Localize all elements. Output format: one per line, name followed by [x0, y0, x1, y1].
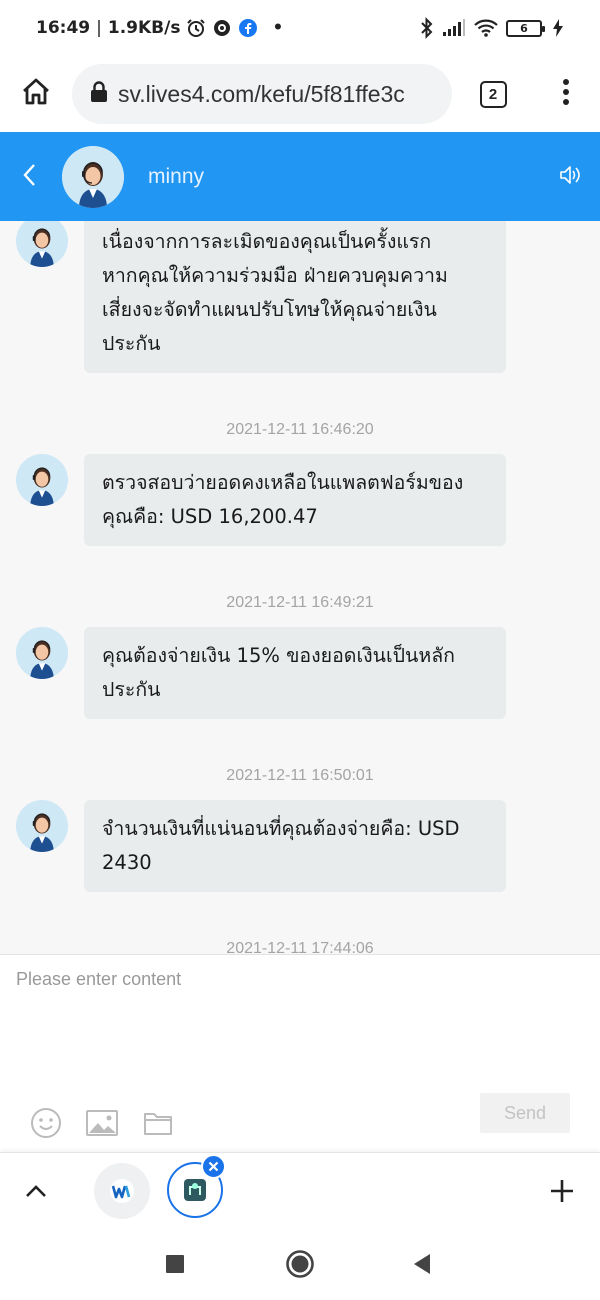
composer-tools — [28, 1105, 176, 1141]
url-text: sv.lives4.com/kefu/5f81ffe3c — [118, 80, 405, 107]
new-tab-button[interactable] — [544, 1173, 580, 1209]
network-speed: 1.9KB/s — [107, 18, 181, 38]
chat-header: minny — [0, 132, 600, 221]
tab-count: 2 — [479, 80, 507, 108]
close-icon — [208, 1161, 219, 1172]
tab-switcher-button[interactable]: 2 — [452, 56, 534, 132]
back-button[interactable] — [0, 132, 58, 221]
sound-toggle-button[interactable] — [540, 132, 600, 221]
message-text: จำนวนเงินที่แน่นอนที่คุณต้องจ่ายคือ: USD… — [102, 817, 460, 874]
charging-icon — [552, 18, 564, 38]
message-bubble: จำนวนเงินที่แน่นอนที่คุณต้องจ่ายคือ: USD… — [84, 800, 506, 892]
agent-avatar — [16, 221, 68, 267]
chevron-left-icon — [22, 163, 36, 191]
agent-avatar-icon — [16, 800, 68, 852]
agent-avatar-icon — [16, 454, 68, 506]
status-separator: | — [96, 18, 102, 38]
agent-avatar — [16, 627, 68, 679]
agent-avatar-icon — [16, 221, 68, 267]
system-nav-bar — [0, 1228, 600, 1300]
message-bubble: ตรวจสอบว่ายอดคงเหลือในแพลตฟอร์มของ คุณคื… — [84, 454, 506, 546]
home-button[interactable] — [0, 56, 72, 132]
image-upload-button[interactable] — [84, 1105, 120, 1141]
speaker-icon — [559, 164, 581, 190]
plus-icon — [551, 1180, 573, 1202]
alarm-icon — [186, 18, 206, 38]
expand-tabs-button[interactable] — [18, 1173, 54, 1209]
agent-avatar-icon — [62, 145, 124, 208]
url-bar[interactable]: sv.lives4.com/kefu/5f81ffe3c — [72, 64, 452, 124]
bottom-tab-strip — [0, 1152, 600, 1228]
agent-avatar — [16, 800, 68, 852]
message-input[interactable] — [16, 969, 576, 1089]
agent-avatar — [62, 145, 124, 208]
wifi-icon — [474, 19, 498, 37]
bluetooth-icon — [420, 17, 434, 39]
send-button[interactable]: Send — [480, 1093, 570, 1133]
close-tab-button[interactable] — [201, 1154, 226, 1179]
message-list[interactable]: เนื่องจากการละเมิดของคุณเป็นครั้งแรก หาก… — [0, 221, 600, 954]
agent-avatar-icon — [16, 627, 68, 679]
vpn-icon — [212, 18, 232, 38]
message-composer: Send — [0, 954, 600, 1152]
message-text: ตรวจสอบว่ายอดคงเหลือในแพลตฟอร์มของ คุณคื… — [102, 471, 464, 528]
site-favicon-icon — [184, 1179, 206, 1201]
home-icon — [21, 78, 51, 110]
file-upload-button[interactable] — [140, 1105, 176, 1141]
recents-button[interactable] — [157, 1246, 193, 1282]
more-vertical-icon — [562, 78, 570, 110]
chevron-up-icon — [26, 1185, 46, 1197]
browser-toolbar: sv.lives4.com/kefu/5f81ffe3c 2 — [0, 56, 600, 132]
message-bubble: คุณต้องจ่ายเงิน 15% ของยอดเงินเป็นหลัก ป… — [84, 627, 506, 719]
browser-menu-button[interactable] — [534, 56, 598, 132]
status-bar: 16:49 | 1.9KB/s • 6 — [0, 0, 600, 56]
triangle-back-icon — [414, 1254, 430, 1274]
home-nav-button[interactable] — [282, 1246, 318, 1282]
back-nav-button[interactable] — [404, 1246, 440, 1282]
message-timestamp: 2021-12-11 16:46:20 — [226, 421, 374, 438]
tab-thumbnail-1[interactable] — [94, 1163, 150, 1219]
clock: 16:49 — [36, 18, 91, 38]
message-bubble: เนื่องจากการละเมิดของคุณเป็นครั้งแรก หาก… — [84, 221, 506, 373]
battery-level: 6 — [520, 21, 528, 35]
message-text: เนื่องจากการละเมิดของคุณเป็นครั้งแรก หาก… — [102, 230, 448, 355]
message-text: คุณต้องจ่ายเงิน 15% ของยอดเงินเป็นหลัก ป… — [102, 644, 455, 701]
emoji-icon — [31, 1108, 61, 1138]
emoji-button[interactable] — [28, 1105, 64, 1141]
circle-icon — [286, 1250, 314, 1278]
site-favicon-icon — [110, 1179, 134, 1203]
agent-avatar — [16, 454, 68, 506]
square-icon — [166, 1255, 184, 1273]
message-timestamp: 2021-12-11 17:44:06 — [226, 940, 374, 954]
notification-dot: • — [272, 18, 284, 38]
facebook-icon — [238, 18, 258, 38]
image-icon — [86, 1110, 118, 1136]
signal-icon — [442, 19, 466, 37]
message-timestamp: 2021-12-11 16:50:01 — [226, 767, 374, 784]
screen: 16:49 | 1.9KB/s • 6 sv.lives4.com/kefu/5… — [0, 0, 600, 1300]
folder-icon — [144, 1113, 172, 1135]
lock-icon — [90, 81, 118, 107]
message-timestamp: 2021-12-11 16:49:21 — [226, 594, 374, 611]
battery-icon: 6 — [506, 19, 545, 37]
agent-name: minny — [148, 164, 205, 188]
